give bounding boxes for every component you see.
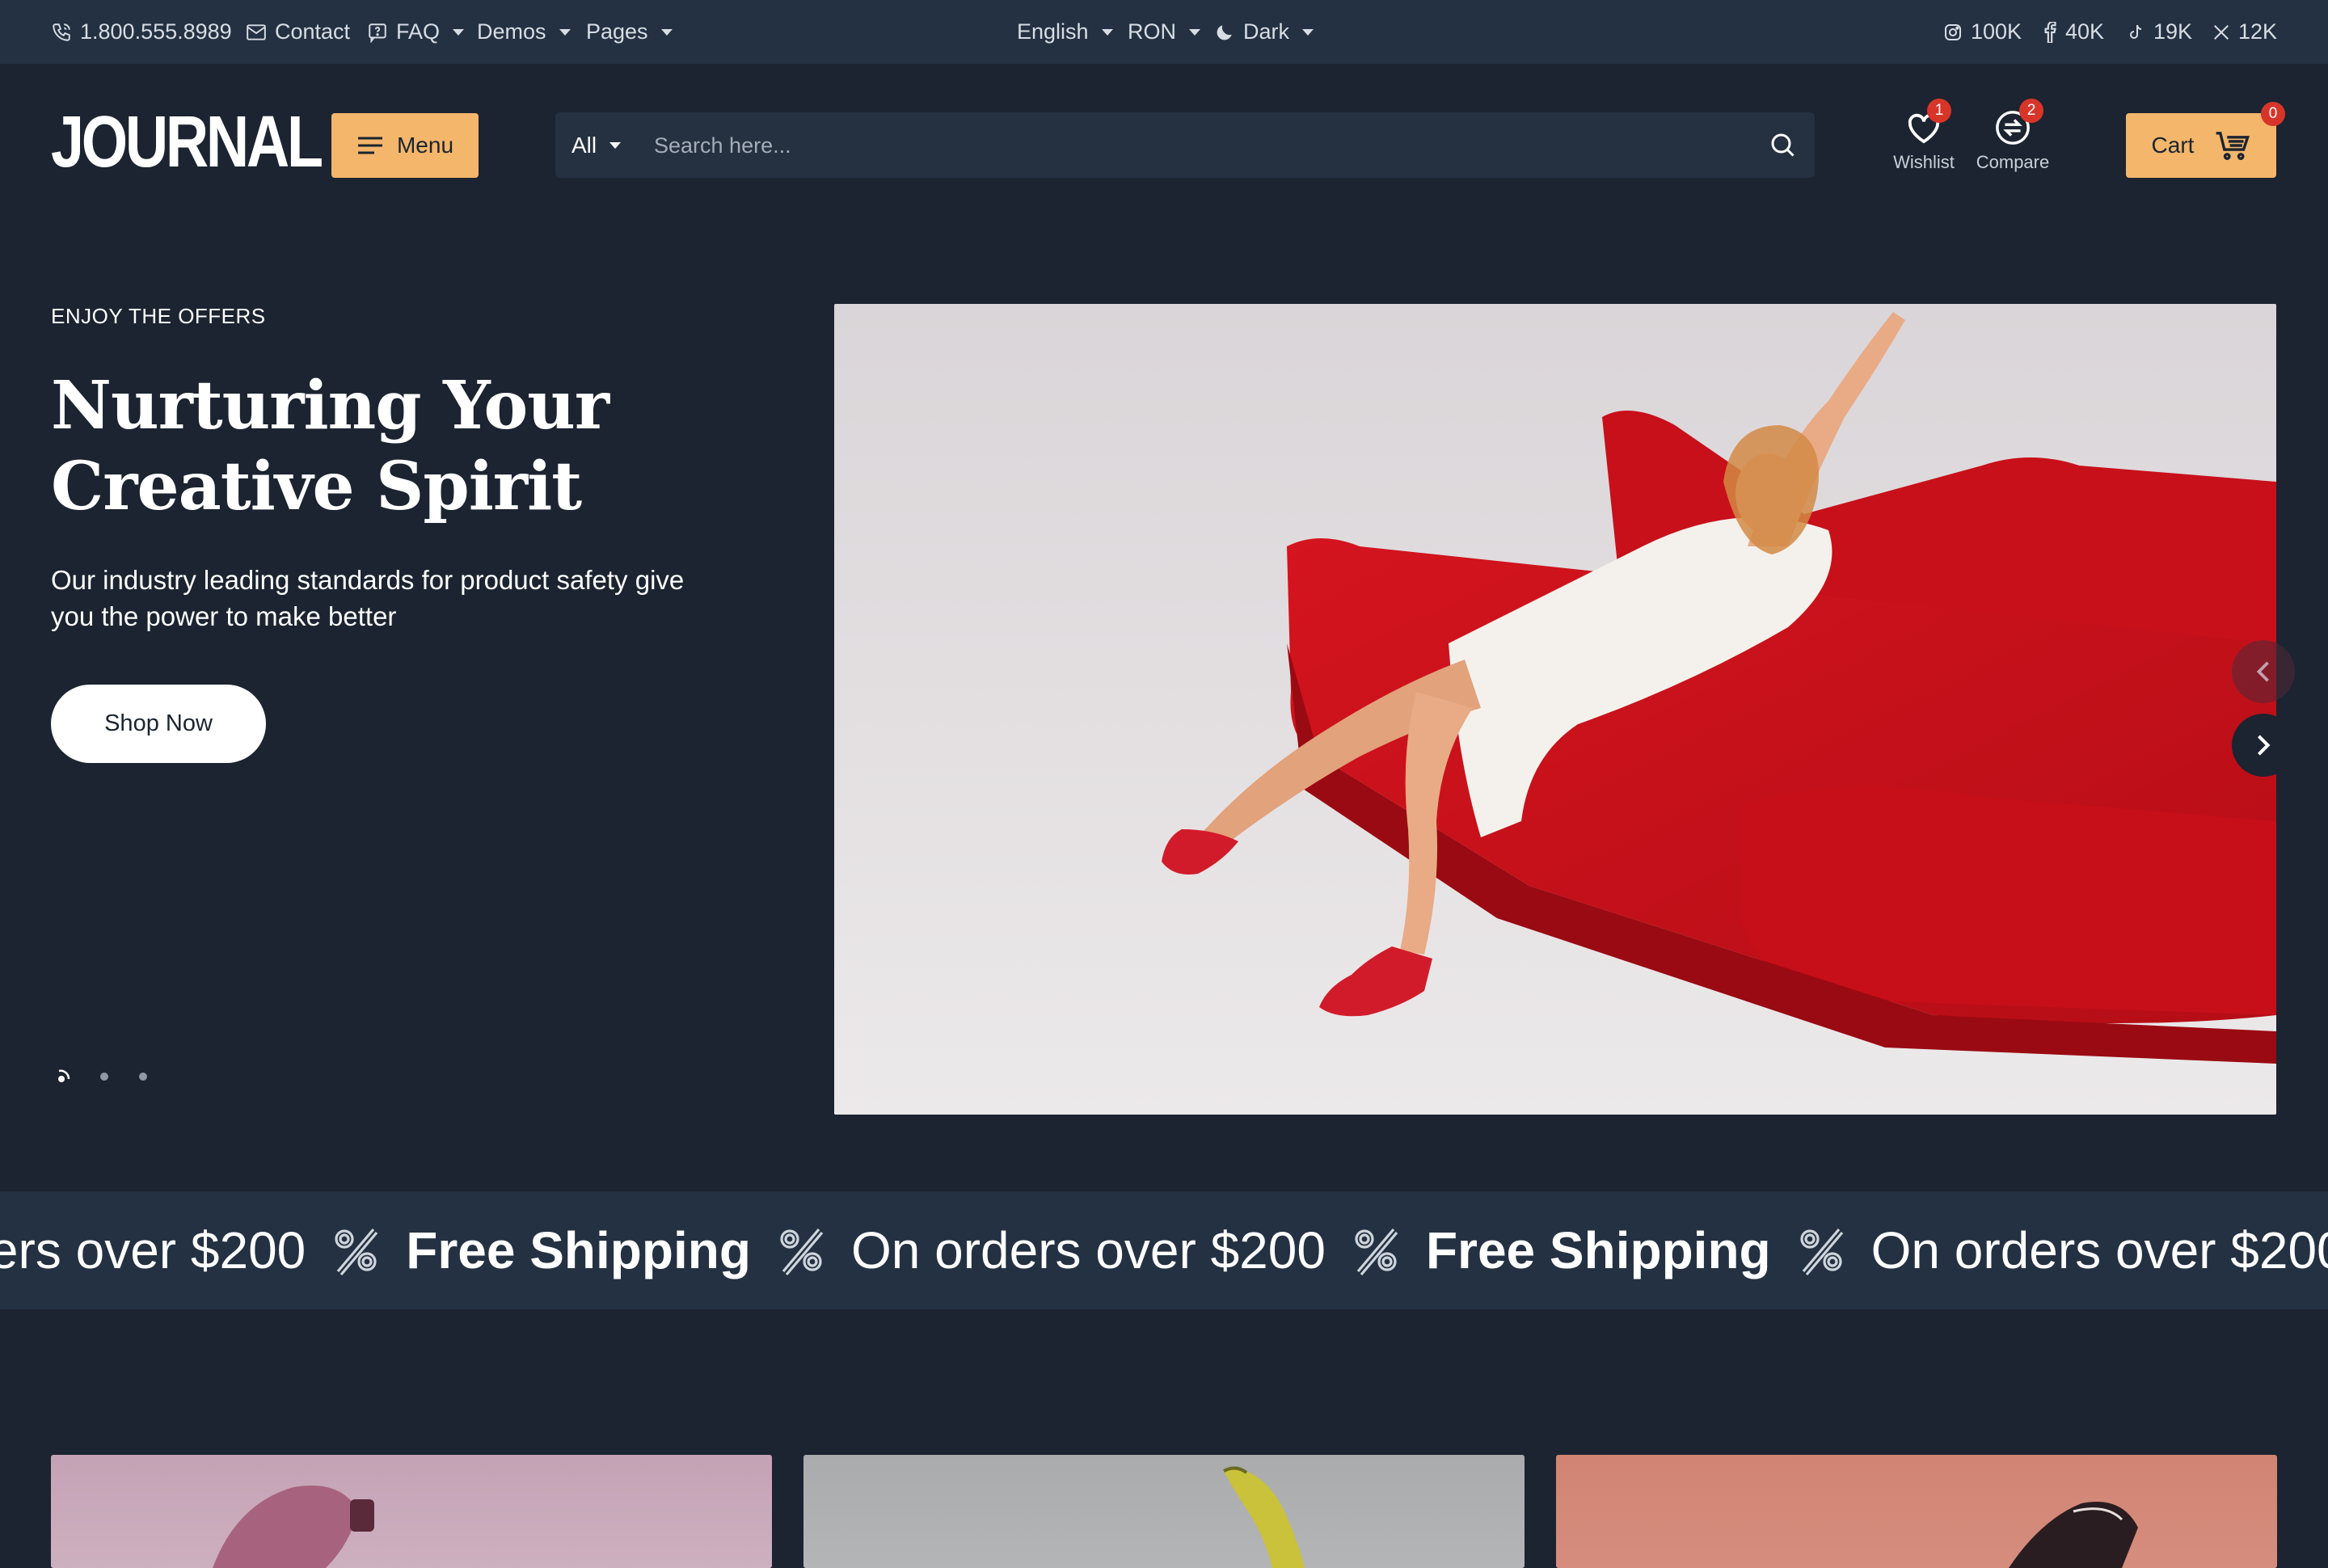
compare-button[interactable]: 2 Compare xyxy=(1964,99,2061,173)
cart-count-badge: 0 xyxy=(2261,102,2285,126)
hamburger-icon xyxy=(357,137,382,154)
search-category-select[interactable]: All xyxy=(571,112,622,178)
hero-eyebrow: ENJOY THE OFFERS xyxy=(51,304,266,328)
hero-photo-illustration xyxy=(834,304,2276,1115)
x-link[interactable]: 12K xyxy=(2212,0,2277,64)
moon-icon xyxy=(1217,24,1232,40)
pages-dropdown[interactable]: Pages xyxy=(586,0,673,64)
theme-dropdown[interactable]: Dark xyxy=(1214,0,1314,64)
x-icon xyxy=(2214,24,2229,40)
compare-count-badge: 2 xyxy=(2019,99,2043,123)
phone-number: 1.800.555.8989 xyxy=(80,19,232,44)
contact-label: Contact xyxy=(275,19,351,44)
slider-next-button[interactable] xyxy=(2232,714,2295,777)
theme-label: Dark xyxy=(1243,19,1290,44)
percent-icon xyxy=(1350,1224,1402,1276)
category-card[interactable] xyxy=(1556,1455,2277,1568)
currency-label: RON xyxy=(1128,19,1176,44)
marquee-track: rders over $200 Free Shipping On orders … xyxy=(0,1191,2328,1309)
marquee-text: On orders over $200 xyxy=(1870,1221,2328,1279)
top-bar: 1.800.555.8989 Contact FAQ Demos Pages E… xyxy=(0,0,2328,64)
slide-dot[interactable] xyxy=(100,1073,108,1081)
phone-link[interactable]: 1.800.555.8989 xyxy=(51,0,232,64)
category-card[interactable] xyxy=(51,1455,772,1568)
category-card[interactable] xyxy=(803,1455,1525,1568)
facebook-count: 40K xyxy=(2065,19,2105,44)
instagram-link[interactable]: 100K xyxy=(1943,0,2022,64)
product-image xyxy=(2009,1502,2138,1568)
phone-icon xyxy=(53,23,70,41)
facebook-icon xyxy=(2044,21,2056,43)
search-input[interactable] xyxy=(652,112,1706,179)
slide-dot-active[interactable] xyxy=(58,1069,70,1082)
question-icon xyxy=(369,23,386,43)
wishlist-count-badge: 1 xyxy=(1927,99,1951,123)
faq-label: FAQ xyxy=(396,19,441,44)
language-dropdown[interactable]: English xyxy=(1017,0,1113,64)
hero-title-line-2: Creative Spirit xyxy=(51,448,582,525)
search-bar: All xyxy=(555,112,1815,179)
cart-label: Cart xyxy=(2151,133,2195,158)
language-label: English xyxy=(1017,19,1089,44)
x-count: 12K xyxy=(2238,19,2278,44)
facebook-link[interactable]: 40K xyxy=(2043,0,2104,64)
slider-pagination xyxy=(58,1069,147,1082)
chevron-down-icon xyxy=(609,141,622,149)
hero-title: Nurturing Your Creative Spirit xyxy=(51,365,778,527)
menu-button[interactable]: Menu xyxy=(331,113,479,178)
chevron-down-icon xyxy=(559,28,571,36)
chevron-left-icon xyxy=(2256,661,2269,682)
tiktok-icon xyxy=(2130,24,2142,39)
hero-description: Our industry leading standards for produ… xyxy=(51,565,685,631)
pages-label: Pages xyxy=(586,19,648,44)
mail-icon xyxy=(247,23,266,40)
chevron-down-icon xyxy=(660,28,673,36)
chevron-down-icon xyxy=(1302,28,1314,36)
shipping-marquee: rders over $200 Free Shipping On orders … xyxy=(0,1191,2328,1309)
cart-icon xyxy=(2216,132,2250,160)
shop-now-button[interactable]: Shop Now xyxy=(51,685,266,763)
marquee-text: Free Shipping xyxy=(406,1221,751,1279)
demos-label: Demos xyxy=(477,19,546,44)
marquee-text: On orders over $200 xyxy=(850,1221,1326,1279)
site-logo[interactable]: JOURNAL xyxy=(51,106,323,179)
currency-dropdown[interactable]: RON xyxy=(1128,0,1200,64)
wishlist-button[interactable]: 1 Wishlist xyxy=(1875,99,1972,173)
chevron-down-icon xyxy=(453,28,465,36)
tiktok-count: 19K xyxy=(2153,19,2193,44)
chevron-down-icon xyxy=(1189,28,1200,36)
contact-link[interactable]: Contact xyxy=(246,0,350,64)
percent-icon xyxy=(330,1224,382,1276)
percent-icon xyxy=(775,1224,827,1276)
hero-title-line-1: Nurturing Your xyxy=(51,367,609,445)
instagram-icon xyxy=(1945,23,1961,40)
product-image xyxy=(1223,1466,1305,1568)
hero-image xyxy=(834,304,2276,1115)
search-category-label: All xyxy=(571,132,597,158)
marquee-text: Free Shipping xyxy=(1425,1221,1771,1279)
tiktok-link[interactable]: 19K xyxy=(2126,0,2192,64)
product-image xyxy=(213,1486,374,1568)
demos-dropdown[interactable]: Demos xyxy=(477,0,571,64)
chevron-right-icon xyxy=(2257,735,2271,756)
compare-label: Compare xyxy=(1976,152,2050,172)
cart-button[interactable]: Cart xyxy=(2126,113,2276,178)
marquee-text: rders over $200 xyxy=(0,1221,306,1279)
menu-label: Menu xyxy=(396,133,454,158)
search-icon[interactable] xyxy=(1768,130,1797,159)
percent-icon xyxy=(1795,1224,1847,1276)
faq-dropdown[interactable]: FAQ xyxy=(367,0,465,64)
slider-prev-button[interactable] xyxy=(2232,640,2295,703)
wishlist-label: Wishlist xyxy=(1893,152,1955,172)
slide-dot[interactable] xyxy=(139,1073,147,1081)
chevron-down-icon xyxy=(1101,28,1113,36)
instagram-count: 100K xyxy=(1971,19,2022,44)
